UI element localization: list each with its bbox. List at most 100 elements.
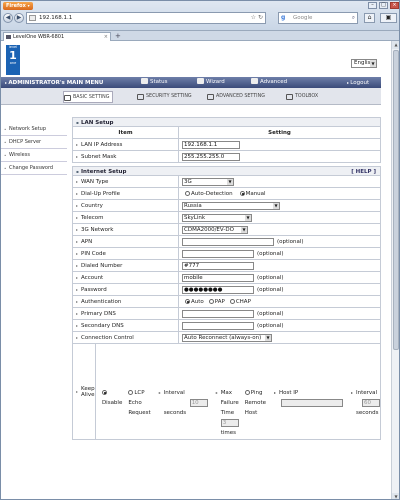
url-bar[interactable]: 192.168.1.1 ☆ ↻	[26, 12, 266, 24]
ka-disable-radio[interactable]: Disable	[99, 388, 122, 406]
pin-code-label: PIN Code	[73, 248, 179, 259]
ka-host-ip: Host IP	[269, 388, 343, 407]
col-item: Item	[73, 127, 179, 138]
lan-setup-header: LAN Setup	[72, 117, 381, 128]
star-icon[interactable]: ☆	[251, 14, 256, 21]
connection-control-select[interactable]: Auto Reconnect (always-on) ▼	[182, 333, 272, 342]
table-row: Telecom SkyLink▼	[72, 212, 381, 224]
table-row: Subnet Mask	[72, 151, 381, 163]
close-icon[interactable]: ×	[390, 2, 399, 9]
language-select[interactable]: English ▼	[351, 59, 377, 68]
country-label: Country	[73, 200, 179, 211]
home-button[interactable]: ⌂	[364, 13, 375, 23]
scroll-down-icon[interactable]: ▼	[392, 493, 399, 499]
dialed-number-label: Dialed Number	[73, 260, 179, 271]
table-row: Account (optional)	[72, 272, 381, 284]
pin-code-input[interactable]	[182, 249, 254, 258]
primary-dns-input[interactable]	[182, 309, 254, 318]
scroll-up-icon[interactable]: ▲	[392, 41, 399, 49]
wizard-link[interactable]: Wizard	[197, 77, 225, 88]
lan-ip-label: LAN IP Address	[73, 139, 179, 150]
wan-type-select[interactable]: 3G ▼	[182, 177, 234, 186]
table-row: Password (optional)	[72, 284, 381, 296]
sidebar-item-wireless[interactable]: Wireless	[1, 149, 67, 162]
auth-chap-radio[interactable]: CHAP	[229, 298, 251, 305]
dialed-number-input[interactable]	[182, 261, 254, 270]
ka-lcp-radio[interactable]: LCP Echo Request	[125, 388, 151, 416]
tab-security-setting[interactable]: SECURITY SETTING	[137, 91, 192, 103]
ka-ping-radio[interactable]: Ping Remote Host	[242, 388, 266, 416]
optional-note: (optional)	[257, 250, 284, 257]
scrollbar-thumb[interactable]	[393, 50, 399, 350]
sidebar-item-network-setup[interactable]: Network Setup	[1, 123, 67, 136]
ka-host-ip-input[interactable]	[281, 398, 343, 407]
nav-row: ◀ ▶ 192.168.1.1 ☆ ↻ g Google ⌕ ⌂ ▣	[3, 12, 399, 24]
new-tab-button[interactable]: +	[115, 32, 121, 40]
back-button[interactable]: ◀	[3, 13, 13, 23]
chevron-down-icon: ▼	[241, 226, 247, 233]
sidebar-item-dhcp-server[interactable]: DHCP Server	[1, 136, 67, 149]
subnet-mask-input[interactable]	[182, 152, 240, 161]
table-row: Connection Control Auto Reconnect (alway…	[72, 332, 381, 344]
country-select[interactable]: Russia ▼	[182, 201, 280, 210]
tab-basic-setting[interactable]: BASIC SETTING	[63, 91, 114, 103]
lan-ip-input[interactable]	[182, 140, 240, 149]
tab-strip: LevelOne WBR-6801 × +	[1, 31, 399, 41]
browser-tab[interactable]: LevelOne WBR-6801 ×	[3, 32, 111, 41]
ka-ping-interval-input[interactable]	[362, 398, 380, 407]
sidebar: Network Setup DHCP Server Wireless Chang…	[1, 105, 67, 499]
telecom-select[interactable]: SkyLink ▼	[182, 213, 252, 222]
site-favicon-icon	[29, 15, 36, 21]
subnet-mask-label: Subnet Mask	[73, 151, 179, 162]
tab-close-icon[interactable]: ×	[104, 33, 108, 41]
advanced-link[interactable]: Advanced	[251, 77, 287, 88]
basic-setting-icon	[64, 95, 71, 101]
ka-lcp-interval-input[interactable]	[189, 398, 208, 407]
internet-setup-header: Internet Setup[ HELP ]	[72, 166, 381, 177]
3g-network-select[interactable]: CDMA2000/EV-DO ▼	[182, 225, 248, 234]
ka-lcp-interval: Interval seconds	[154, 388, 208, 416]
primary-dns-label: Primary DNS	[73, 308, 179, 319]
search-icon[interactable]: ⌕	[352, 13, 355, 23]
keep-alive-label: Keep Alive	[73, 344, 96, 439]
status-icon	[141, 78, 148, 84]
tab-toolbox[interactable]: TOOLBOX	[286, 91, 318, 103]
sidebar-item-change-password[interactable]: Change Password	[1, 162, 67, 175]
advanced-setting-icon	[207, 94, 214, 100]
page-scrollbar[interactable]: ▲ ▼	[391, 41, 399, 499]
auth-auto-radio[interactable]: Auto	[185, 298, 204, 305]
telecom-label: Telecom	[73, 212, 179, 223]
help-link[interactable]: [ HELP ]	[351, 167, 376, 177]
dialup-auto-radio[interactable]: Auto-Detection	[185, 190, 233, 197]
forward-button[interactable]: ▶	[14, 13, 24, 23]
search-box[interactable]: g Google ⌕	[278, 12, 358, 24]
password-input[interactable]	[182, 285, 254, 294]
maximize-icon[interactable]: □	[379, 2, 388, 9]
chevron-down-icon: ▼	[370, 60, 376, 67]
tab-advanced-setting[interactable]: ADVANCED SETTING	[207, 91, 265, 103]
table-row: Primary DNS (optional)	[72, 308, 381, 320]
settings-content: LAN Setup Item Setting LAN IP Address Su…	[72, 117, 381, 499]
secondary-dns-input[interactable]	[182, 321, 254, 330]
ka-ping-interval: Interval seconds	[346, 388, 380, 416]
3g-network-label: 3G Network	[73, 224, 179, 235]
status-link[interactable]: Status	[141, 77, 168, 88]
table-row: Secondary DNS (optional)	[72, 320, 381, 332]
chevron-down-icon: ▼	[227, 178, 233, 185]
addon-button[interactable]: ▣	[380, 13, 397, 23]
reload-icon[interactable]: ↻	[258, 14, 263, 21]
table-row: APN (optional)	[72, 236, 381, 248]
ka-max-failure-input[interactable]	[220, 418, 239, 427]
account-input[interactable]	[182, 273, 254, 282]
secondary-dns-label: Secondary DNS	[73, 320, 179, 331]
security-icon	[137, 94, 144, 100]
apn-input[interactable]	[182, 237, 274, 246]
levelone-logo: level 1 one	[6, 45, 20, 75]
table-row: Keep Alive Disable LCP Echo Request Inte…	[72, 344, 381, 440]
auth-pap-radio[interactable]: PAP	[208, 298, 225, 305]
firefox-menu-button[interactable]: Firefox ▾	[3, 2, 33, 10]
admin-menu-bar: ▸ ADMINISTRATOR's MAIN MENU Status Wizar…	[1, 77, 381, 88]
dialup-manual-radio[interactable]: Manual	[239, 190, 266, 197]
toolbox-icon	[286, 94, 293, 100]
minimize-icon[interactable]: –	[368, 2, 377, 9]
